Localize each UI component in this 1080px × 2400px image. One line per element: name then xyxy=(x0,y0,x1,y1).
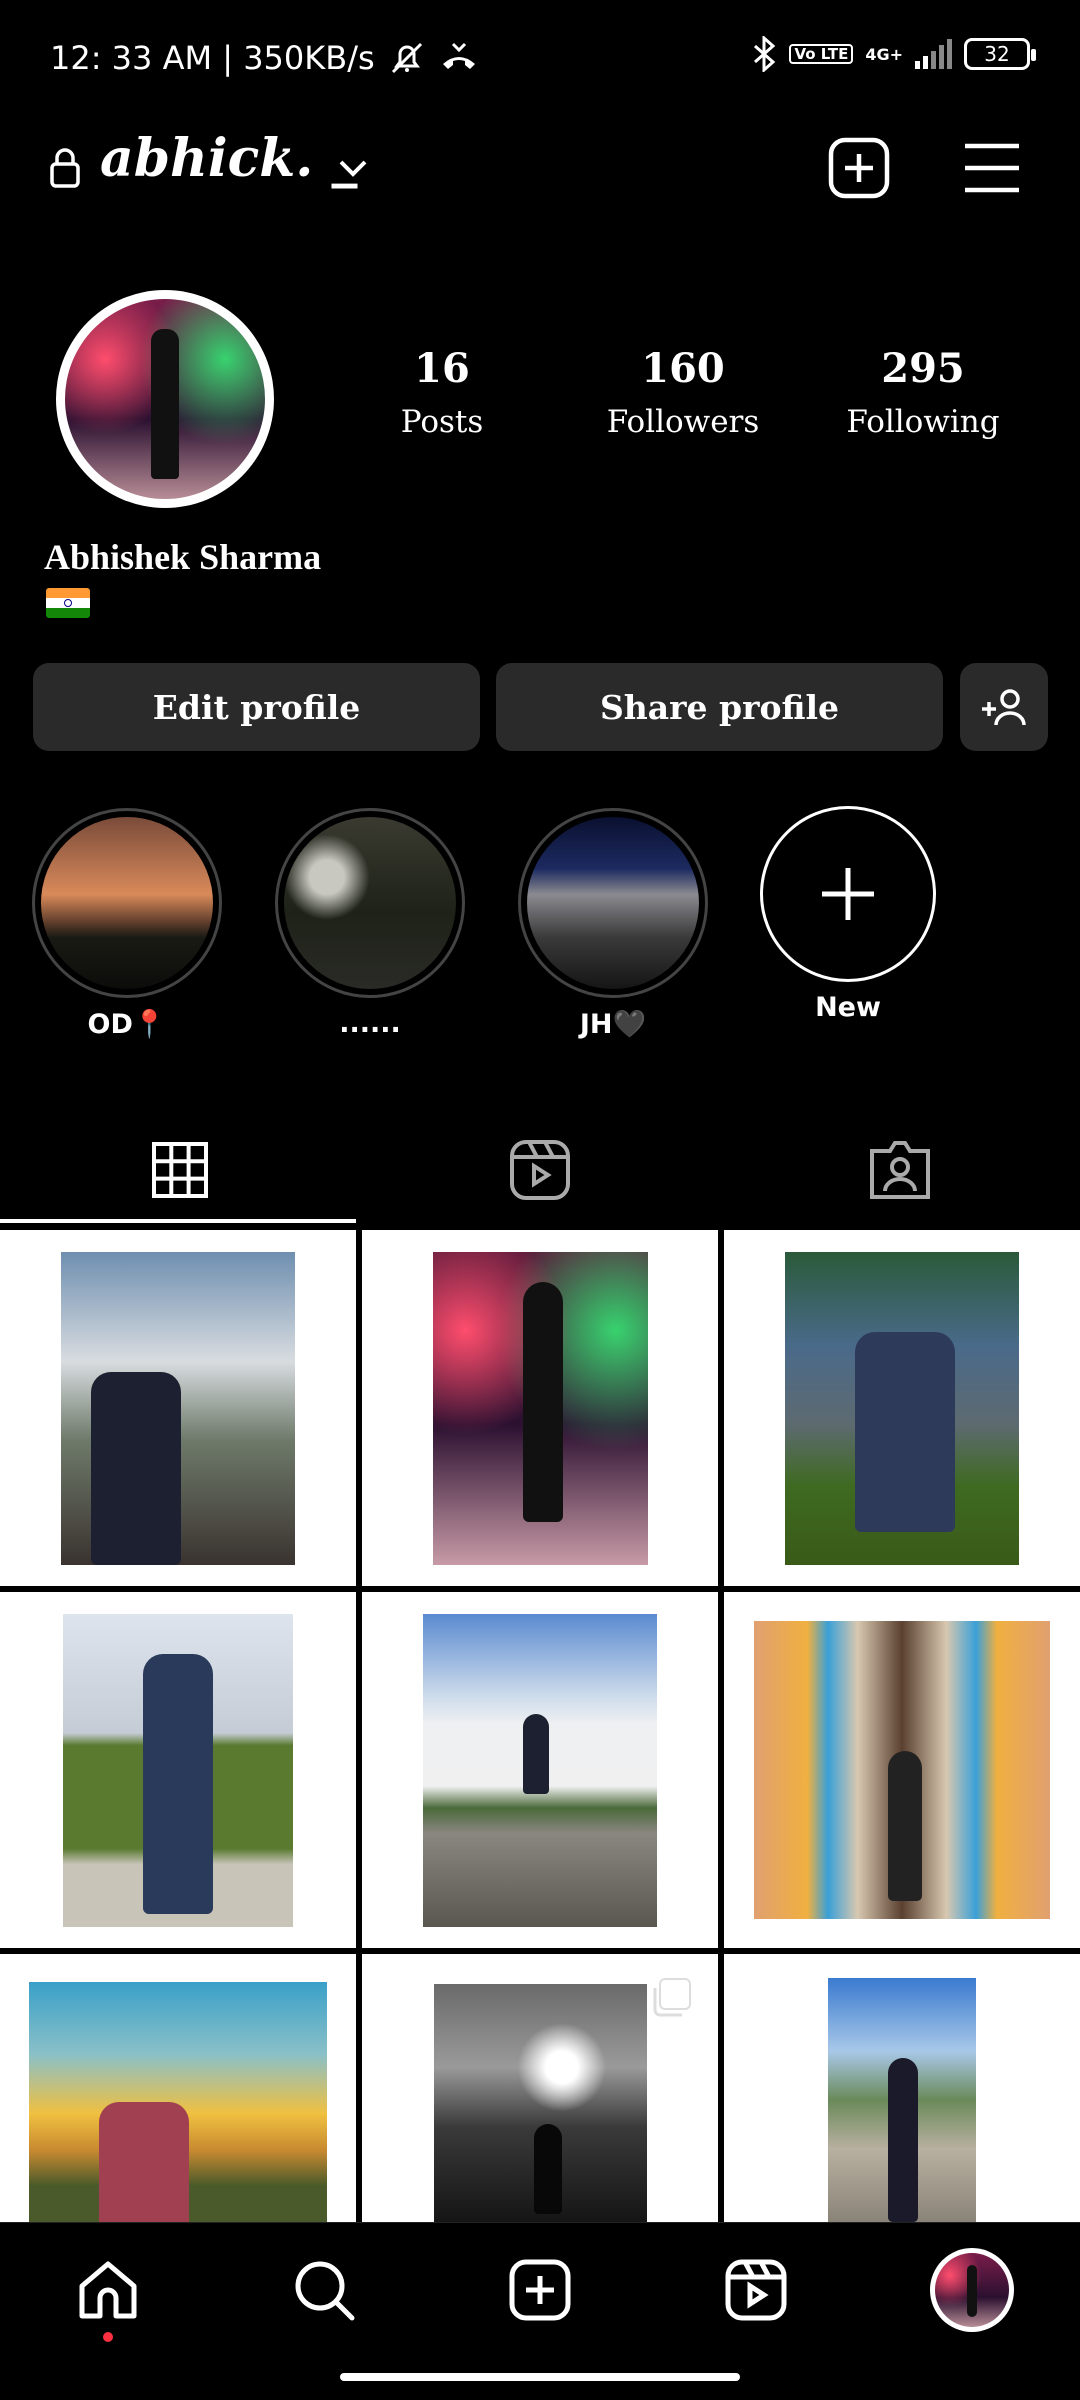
grid-post[interactable] xyxy=(724,1592,1080,1948)
account-username[interactable]: abhick. _ xyxy=(100,128,358,189)
tagged-icon xyxy=(870,1141,930,1199)
grid-post[interactable] xyxy=(362,1954,718,2222)
status-time: 12: 33 AM | 350KB/s xyxy=(50,39,375,77)
posts-count: 16 xyxy=(414,345,470,392)
followers-stat[interactable]: 160 Followers xyxy=(583,345,783,440)
discover-people-button[interactable] xyxy=(960,663,1048,751)
gesture-home-bar[interactable] xyxy=(340,2373,740,2381)
full-name: Abhishek Sharma xyxy=(44,537,322,577)
posts-grid xyxy=(0,1230,1080,2222)
post-thumbnail xyxy=(754,1621,1050,1919)
post-thumbnail xyxy=(828,1978,976,2222)
tab-reels[interactable] xyxy=(360,1120,720,1220)
post-thumbnail xyxy=(63,1613,293,1927)
highlight-jh-cover xyxy=(527,817,699,989)
signal-icon xyxy=(915,39,952,69)
add-person-icon xyxy=(982,689,1026,726)
battery-level: 32 xyxy=(984,42,1010,66)
grid-icon xyxy=(152,1142,208,1198)
add-post-icon xyxy=(828,137,890,199)
silent-bell-icon xyxy=(391,42,422,74)
reels-icon xyxy=(725,2259,787,2321)
highlight-jh[interactable] xyxy=(518,808,708,998)
posts-label: Posts xyxy=(400,404,484,440)
nav-home[interactable] xyxy=(58,2250,158,2330)
highlight-od[interactable] xyxy=(32,808,222,998)
new-highlight-button[interactable] xyxy=(760,806,936,982)
grid-post[interactable] xyxy=(362,1230,718,1586)
menu-icon xyxy=(965,143,1019,193)
active-tab-indicator xyxy=(0,1219,356,1223)
edit-profile-button[interactable]: Edit profile xyxy=(33,663,480,751)
notification-dot xyxy=(103,2332,113,2342)
highlight-od-cover xyxy=(41,817,213,989)
status-bar-right: Vo LTE 4G+ 32 xyxy=(751,36,1036,72)
followers-count: 160 xyxy=(641,345,725,392)
grid-post[interactable] xyxy=(724,1954,1080,2222)
following-count: 295 xyxy=(881,345,965,392)
battery-icon: 32 xyxy=(964,38,1036,70)
share-profile-button[interactable]: Share profile xyxy=(496,663,943,751)
add-post-button[interactable] xyxy=(826,135,892,201)
menu-button[interactable] xyxy=(960,140,1024,196)
chevron-down-icon[interactable] xyxy=(336,156,370,180)
highlight-dots[interactable] xyxy=(275,808,465,998)
followers-label: Followers xyxy=(606,404,760,440)
nav-reels[interactable] xyxy=(706,2250,806,2330)
reels-icon xyxy=(510,1140,570,1200)
create-icon xyxy=(509,2259,571,2321)
grid-post[interactable] xyxy=(0,1592,356,1948)
posts-stat[interactable]: 16 Posts xyxy=(342,345,542,440)
highlight-dots-label: ...... xyxy=(339,1008,401,1039)
post-thumbnail xyxy=(423,1613,657,1927)
post-thumbnail xyxy=(432,1251,648,1565)
highlight-od-label: OD📍 xyxy=(87,1009,167,1040)
profile-avatar[interactable] xyxy=(56,290,274,508)
post-thumbnail xyxy=(433,1984,647,2222)
post-thumbnail xyxy=(61,1251,295,1565)
following-stat[interactable]: 295 Following xyxy=(823,345,1023,440)
search-icon xyxy=(295,2261,355,2321)
avatar-photo xyxy=(65,299,265,499)
nav-create[interactable] xyxy=(490,2250,590,2330)
network-type: 4G+ xyxy=(865,44,903,64)
profile-avatar-small xyxy=(935,2253,1009,2327)
post-thumbnail xyxy=(29,1982,327,2222)
bluetooth-icon xyxy=(754,36,776,72)
following-label: Following xyxy=(846,404,1000,440)
new-highlight-label: New xyxy=(815,992,881,1023)
nav-profile[interactable] xyxy=(930,2248,1014,2332)
missed-call-icon xyxy=(442,42,475,69)
grid-post[interactable] xyxy=(0,1230,356,1586)
nav-search[interactable] xyxy=(274,2250,374,2330)
tab-posts-grid[interactable] xyxy=(0,1120,360,1220)
grid-post[interactable] xyxy=(724,1230,1080,1586)
volte-icon: Vo LTE xyxy=(789,44,854,64)
lock-icon xyxy=(50,148,80,188)
india-flag-icon xyxy=(46,588,90,618)
grid-post[interactable] xyxy=(362,1592,718,1948)
tab-tagged[interactable] xyxy=(720,1120,1080,1220)
grid-post[interactable] xyxy=(0,1954,356,2222)
multiple-photos-icon xyxy=(653,1978,691,2017)
post-thumbnail xyxy=(785,1251,1019,1565)
home-icon xyxy=(79,2261,137,2319)
highlight-dots-cover xyxy=(284,817,456,989)
plus-icon xyxy=(822,868,874,920)
highlight-jh-label: JH🖤 xyxy=(579,1009,647,1040)
status-bar-left: 12: 33 AM | 350KB/s xyxy=(50,38,479,78)
